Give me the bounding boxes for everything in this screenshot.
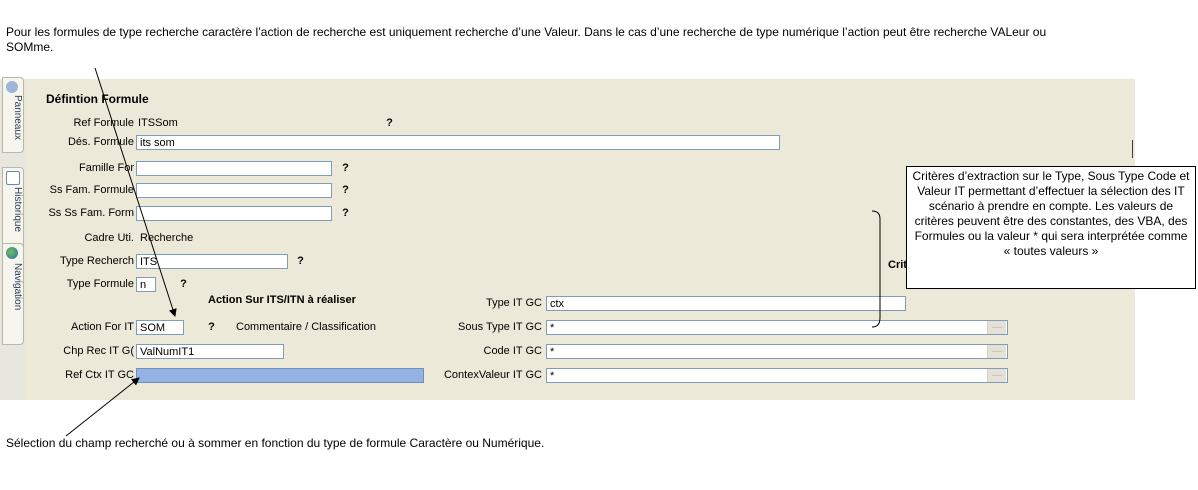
arrow-to-ref-ctx-field	[65, 377, 140, 437]
annotation-arrows	[65, 67, 881, 437]
arrow-to-action-field	[94, 67, 177, 317]
criteria-bracket	[871, 210, 881, 328]
bottom-caption: Sélection du champ recherché ou à sommer…	[6, 436, 545, 450]
